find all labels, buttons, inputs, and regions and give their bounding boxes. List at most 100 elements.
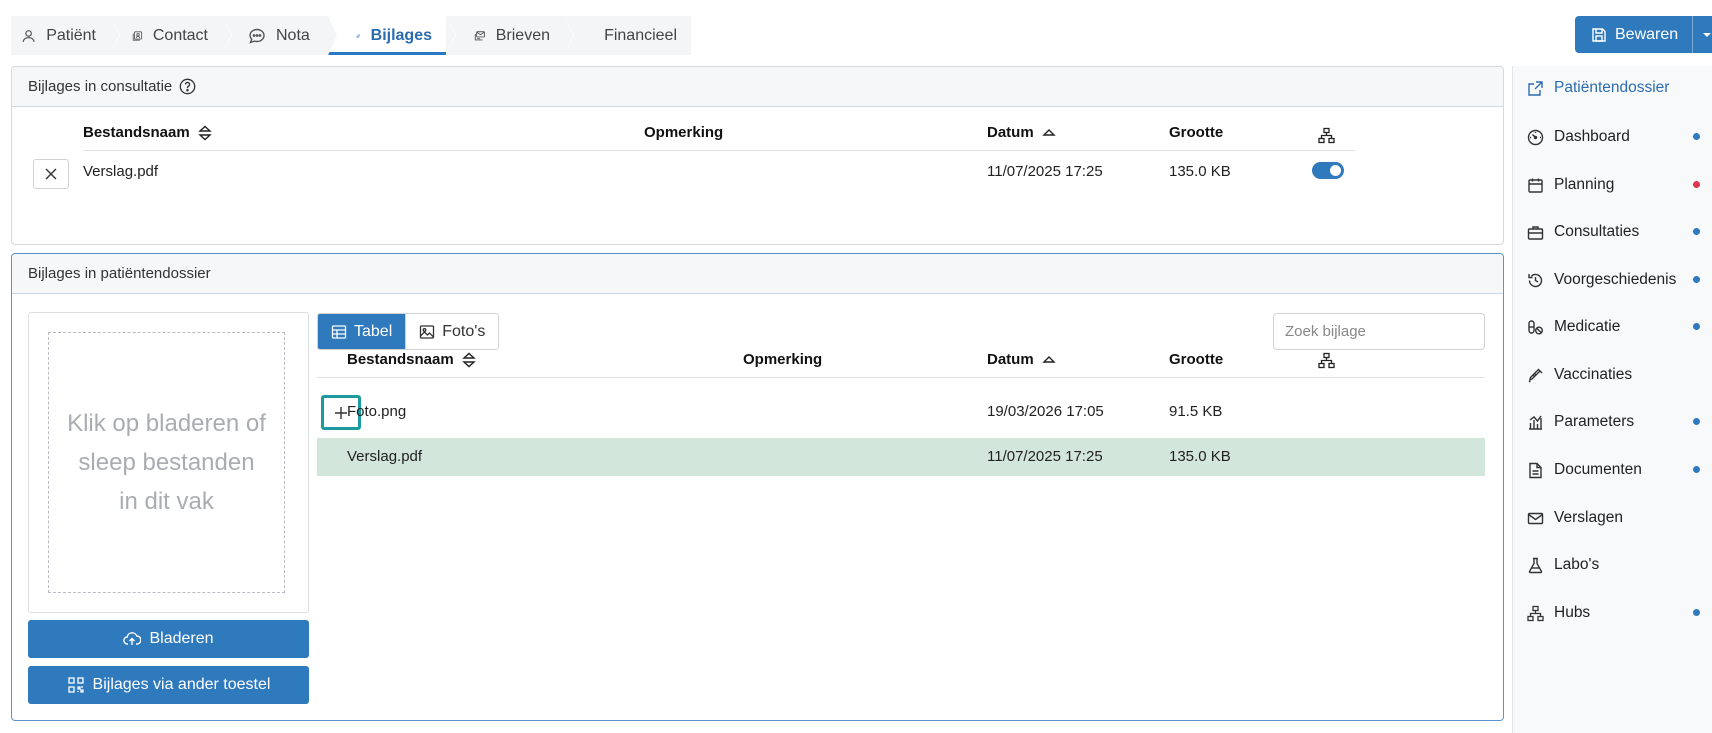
button-label: Foto's bbox=[442, 322, 486, 340]
external-link-icon bbox=[1528, 80, 1543, 96]
tab-label: Brieven bbox=[495, 26, 550, 44]
save-dropdown-toggle[interactable] bbox=[1692, 16, 1712, 53]
column-label: Datum bbox=[987, 351, 1034, 368]
status-dot bbox=[1693, 466, 1700, 473]
save-label: Bewaren bbox=[1615, 25, 1679, 43]
tab-nota[interactable]: Nota bbox=[222, 16, 338, 55]
link-toggle-switch[interactable] bbox=[1312, 162, 1344, 179]
table-cell-filename: Verslag.pdf bbox=[83, 163, 159, 180]
person-icon bbox=[22, 29, 35, 42]
nav-item-parameters[interactable]: Parameters bbox=[1513, 400, 1712, 444]
consultatie-attachments-panel: Bijlages in consultatie Bestandsnaam Opm… bbox=[11, 66, 1504, 245]
browse-button[interactable]: Bladeren bbox=[28, 620, 309, 658]
cloud-upload-icon bbox=[123, 632, 142, 645]
save-button[interactable]: Bewaren bbox=[1575, 16, 1692, 53]
sort-ascending-icon bbox=[1041, 355, 1056, 363]
nav-item-labos[interactable]: Labo's bbox=[1513, 543, 1712, 587]
nav-item-hubs[interactable]: Hubs bbox=[1513, 591, 1712, 635]
nav-item-consultaties[interactable]: Consultaties bbox=[1513, 210, 1712, 254]
table-row-highlighted[interactable] bbox=[317, 438, 1485, 476]
close-icon bbox=[45, 168, 57, 180]
table-divider bbox=[317, 377, 1485, 378]
remove-attachment-button[interactable] bbox=[33, 159, 69, 189]
column-header-remark: Opmerking bbox=[644, 124, 723, 141]
tab-bijlages[interactable]: Bijlages bbox=[328, 16, 456, 55]
table-cell-size: 135.0 KB bbox=[1169, 163, 1231, 180]
tab-brieven[interactable]: Brieven bbox=[446, 16, 574, 55]
column-label: Bestandsnaam bbox=[347, 351, 454, 368]
tab-patient[interactable]: Patiënt bbox=[11, 16, 120, 55]
view-photos-button[interactable]: Foto's bbox=[405, 314, 499, 349]
sort-both-icon bbox=[197, 125, 212, 140]
plus-icon bbox=[335, 406, 347, 419]
nav-label: Consultaties bbox=[1554, 223, 1640, 240]
column-label: Bestandsnaam bbox=[83, 124, 190, 141]
hubs-network-icon bbox=[1318, 127, 1335, 144]
nav-item-documenten[interactable]: Documenten bbox=[1513, 448, 1712, 492]
pills-icon bbox=[1528, 319, 1543, 334]
nav-item-dashboard[interactable]: Dashboard bbox=[1513, 115, 1712, 159]
active-tab-indicator bbox=[328, 52, 446, 55]
nav-label: Verslagen bbox=[1554, 509, 1623, 526]
nav-label: Medicatie bbox=[1554, 318, 1621, 335]
dropzone[interactable]: Klik op bladeren of sleep bestanden in d… bbox=[28, 312, 309, 613]
floppy-disk-icon bbox=[1592, 27, 1606, 42]
image-icon bbox=[420, 324, 435, 339]
flask-icon bbox=[1528, 557, 1543, 573]
view-table-button[interactable]: Tabel bbox=[318, 314, 406, 349]
save-button-group: Bewaren bbox=[1575, 16, 1712, 53]
column-header-date[interactable]: Datum bbox=[987, 124, 1056, 141]
hubs-network-icon bbox=[1318, 352, 1335, 369]
nav-item-voorgeschiedenis[interactable]: Voorgeschiedenis bbox=[1513, 258, 1712, 302]
status-dot bbox=[1693, 133, 1700, 140]
column-header-remark: Opmerking bbox=[743, 351, 822, 368]
sort-both-icon bbox=[461, 352, 476, 367]
nav-label: Hubs bbox=[1554, 604, 1591, 621]
column-header-filename[interactable]: Bestandsnaam bbox=[347, 351, 476, 368]
sort-ascending-icon bbox=[1041, 128, 1056, 136]
column-header-date[interactable]: Datum bbox=[987, 351, 1056, 368]
nav-item-planning[interactable]: Planning bbox=[1513, 163, 1712, 207]
table-cell-size: 135.0 KB bbox=[1169, 448, 1231, 465]
tab-financieel[interactable]: Financieel bbox=[564, 16, 691, 55]
briefcase-icon bbox=[1527, 225, 1544, 240]
chart-icon bbox=[1529, 415, 1542, 430]
table-icon bbox=[331, 324, 347, 339]
tab-label: Bijlages bbox=[370, 26, 432, 44]
button-label: Bladeren bbox=[149, 630, 214, 647]
column-label: Opmerking bbox=[644, 124, 724, 141]
table-cell-date: 19/03/2026 17:05 bbox=[987, 403, 1104, 420]
column-header-filename[interactable]: Bestandsnaam bbox=[83, 124, 212, 141]
column-label: Opmerking bbox=[743, 351, 823, 368]
nav-label: Vaccinaties bbox=[1554, 366, 1633, 383]
table-divider bbox=[83, 150, 1355, 151]
tab-label: Contact bbox=[152, 26, 208, 44]
question-circle-icon[interactable] bbox=[179, 78, 196, 95]
nav-item-vaccinaties[interactable]: Vaccinaties bbox=[1513, 353, 1712, 397]
table-cell-filename: Foto.png bbox=[347, 403, 407, 420]
syringe-icon bbox=[1528, 368, 1543, 382]
panel-title: Bijlages in patiëntendossier bbox=[28, 265, 211, 282]
panel-header: Bijlages in patiëntendossier bbox=[12, 254, 1503, 294]
nav-label: Dashboard bbox=[1554, 128, 1630, 145]
nav-item-medicatie[interactable]: Medicatie bbox=[1513, 305, 1712, 349]
table-cell-date: 11/07/2025 17:25 bbox=[987, 448, 1103, 465]
paperclip-icon bbox=[356, 33, 361, 38]
tab-label: Patiënt bbox=[46, 26, 96, 44]
panel-title: Bijlages in consultatie bbox=[28, 78, 173, 95]
tab-contact[interactable]: Contact bbox=[110, 16, 232, 55]
nav-item-patientendossier[interactable]: Patiëntendossier bbox=[1513, 66, 1712, 110]
table-cell-size: 91.5 KB bbox=[1169, 403, 1223, 420]
qr-code-icon bbox=[67, 677, 84, 693]
tab-bar: Patiënt Contact Nota Bijlages Brieven Fi… bbox=[11, 16, 691, 55]
nav-label: Documenten bbox=[1554, 461, 1642, 478]
search-input[interactable] bbox=[1273, 313, 1485, 350]
side-navigation: Patiëntendossier Dashboard Planning Cons… bbox=[1512, 66, 1712, 733]
view-toggle: Tabel Foto's bbox=[317, 313, 500, 350]
nav-label: Patiëntendossier bbox=[1554, 79, 1670, 96]
nav-item-verslagen[interactable]: Verslagen bbox=[1513, 496, 1712, 540]
envelope-icon bbox=[1527, 512, 1544, 524]
document-icon bbox=[1529, 462, 1542, 478]
other-device-button[interactable]: Bijlages via ander toestel bbox=[28, 666, 309, 704]
column-label: Grootte bbox=[1169, 351, 1224, 368]
